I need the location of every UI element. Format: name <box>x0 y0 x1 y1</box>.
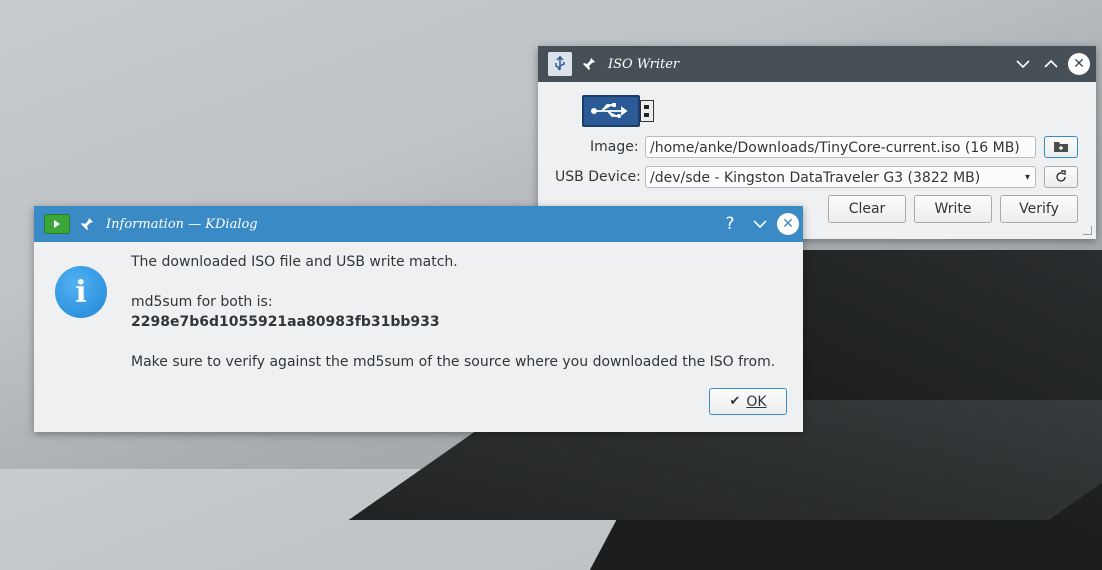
message-line-match: The downloaded ISO file and USB write ma… <box>131 254 458 270</box>
info-icon-glyph: i <box>75 274 87 310</box>
chevron-down-icon: ▾ <box>1024 172 1030 183</box>
ok-button[interactable]: ✔ OK <box>709 388 787 415</box>
checkmark-icon: ✔ <box>729 394 741 409</box>
resize-grip[interactable] <box>1083 226 1092 235</box>
usb-device-select[interactable]: /dev/sde - Kingston DataTraveler G3 (382… <box>645 166 1036 188</box>
message-line-verify: Make sure to verify against the md5sum o… <box>131 354 776 370</box>
help-icon[interactable]: ? <box>719 213 741 235</box>
image-path-field[interactable]: /home/anke/Downloads/TinyCore-current.is… <box>645 136 1036 158</box>
close-icon[interactable]: ✕ <box>777 213 799 235</box>
terminal-app-icon[interactable] <box>44 214 70 234</box>
minimize-icon[interactable] <box>749 213 771 235</box>
open-folder-icon <box>1054 142 1068 152</box>
message-line-md5-label: md5sum for both is: <box>131 294 273 310</box>
verify-button[interactable]: Verify <box>1000 195 1078 223</box>
kdialog-titlebar[interactable]: Information — KDialog ? ✕ <box>34 206 803 242</box>
kdialog-window: Information — KDialog ? ✕ i The download… <box>34 206 803 432</box>
image-label: Image: <box>590 139 639 155</box>
pin-icon[interactable] <box>76 213 98 235</box>
clear-button[interactable]: Clear <box>828 195 906 223</box>
window-title: Information — KDialog <box>106 216 258 232</box>
pin-icon[interactable] <box>578 53 600 75</box>
info-icon: i <box>55 266 107 318</box>
open-folder-button[interactable] <box>1044 136 1078 158</box>
iso-writer-titlebar[interactable]: ISO Writer ✕ <box>538 46 1096 82</box>
usb-device-label: USB Device: <box>555 169 641 185</box>
usb-app-icon[interactable] <box>548 52 572 76</box>
usb-stick-icon <box>582 95 656 127</box>
write-button[interactable]: Write <box>914 195 992 223</box>
md5-value: 2298e7b6d1055921aa80983fb31bb933 <box>131 314 440 330</box>
refresh-button[interactable] <box>1044 166 1078 188</box>
close-icon[interactable]: ✕ <box>1068 53 1090 75</box>
maximize-icon[interactable] <box>1040 53 1062 75</box>
window-title: ISO Writer <box>608 56 680 72</box>
minimize-icon[interactable] <box>1012 53 1034 75</box>
refresh-icon <box>1056 170 1066 182</box>
ok-label: OK <box>746 393 767 410</box>
usb-device-value: /dev/sde - Kingston DataTraveler G3 (382… <box>650 170 981 186</box>
